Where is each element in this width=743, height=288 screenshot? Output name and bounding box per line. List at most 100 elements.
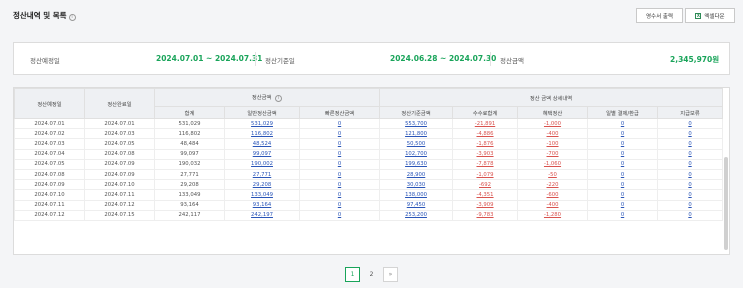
amount-value: 2,345,970원 <box>670 55 720 64</box>
page-1-button[interactable]: 1 <box>345 267 360 282</box>
table-row: 2024.07.05 2024.07.09 190,032 190,002 0 … <box>14 158 724 170</box>
table-row: 2024.07.09 2024.07.10 29,208 29,208 0 30… <box>14 179 724 191</box>
col-base-amount: 정산기준금액 <box>379 106 454 119</box>
cell-hold-link[interactable]: 0 <box>657 128 724 140</box>
cell-total: 27,771 <box>154 168 225 181</box>
cell-fee-link[interactable]: -692 <box>452 179 519 191</box>
cell-normal-link[interactable]: 242,197 <box>224 209 300 221</box>
cell-payment-link[interactable]: 0 <box>587 179 659 191</box>
cell-normal-link[interactable]: 531,029 <box>224 117 300 130</box>
cell-hold-link[interactable]: 0 <box>657 148 724 160</box>
cell-payment-link[interactable]: 0 <box>587 128 659 140</box>
cell-normal-link[interactable]: 116,802 <box>224 128 300 140</box>
cell-scheduled-date: 2024.07.01 <box>14 117 85 130</box>
cell-normal-link[interactable]: 190,002 <box>224 158 300 170</box>
cell-fee-link[interactable]: -3,909 <box>452 199 519 211</box>
cell-fee-link[interactable]: -9,783 <box>452 209 519 221</box>
cell-hold-link[interactable]: 0 <box>657 199 724 211</box>
cell-benefit-link[interactable]: -400 <box>517 128 589 140</box>
cell-base-amount-link[interactable]: 253,200 <box>379 209 454 221</box>
cell-normal-link[interactable]: 99,097 <box>224 148 300 160</box>
cell-base-amount-link[interactable]: 553,700 <box>379 117 454 130</box>
table-scrollbar[interactable] <box>724 157 728 250</box>
cell-fee-link[interactable]: -3,903 <box>452 148 519 160</box>
cell-benefit-link[interactable]: -700 <box>517 148 589 160</box>
cell-base-amount-link[interactable]: 199,630 <box>379 158 454 170</box>
cell-total: 48,484 <box>154 138 225 150</box>
cell-fast-link[interactable]: 0 <box>298 128 381 140</box>
cell-benefit-link[interactable]: -50 <box>517 168 589 181</box>
cell-fee-link[interactable]: -1,079 <box>452 168 519 181</box>
col-scheduled-date: 정산예정일 <box>14 88 85 119</box>
print-receipt-button[interactable]: 영수서 출력 <box>636 8 683 23</box>
cell-normal-link[interactable]: 133,049 <box>224 189 300 201</box>
cell-benefit-link[interactable]: -1,060 <box>517 158 589 170</box>
cell-payment-link[interactable]: 0 <box>587 148 659 160</box>
summary-divider <box>490 52 491 66</box>
settle-date-value: 2024.07.01 ~ 2024.07.31 <box>156 54 263 63</box>
cell-base-amount-link[interactable]: 102,700 <box>379 148 454 160</box>
cell-fast-link[interactable]: 0 <box>298 209 381 221</box>
cell-total: 93,164 <box>154 199 225 211</box>
cell-fast-link[interactable]: 0 <box>298 189 381 201</box>
cell-benefit-link[interactable]: -600 <box>517 189 589 201</box>
cell-total: 99,097 <box>154 148 225 160</box>
cell-fee-link[interactable]: -21,891 <box>452 117 519 130</box>
cell-completed-date: 2024.07.09 <box>84 168 155 181</box>
cell-fee-link[interactable]: -1,876 <box>452 138 519 150</box>
cell-fee-link[interactable]: -4,351 <box>452 189 519 201</box>
cell-fast-link[interactable]: 0 <box>298 199 381 211</box>
settlement-table: 정산예정일 정산완료일 정산금액 i 정산 금액 상세내역 합계 일반정산금액 … <box>14 88 724 221</box>
cell-fast-link[interactable]: 0 <box>298 148 381 160</box>
cell-fee-link[interactable]: -4,886 <box>452 128 519 140</box>
info-icon[interactable]: i <box>275 95 283 102</box>
cell-hold-link[interactable]: 0 <box>657 179 724 191</box>
cell-payment-link[interactable]: 0 <box>587 209 659 221</box>
cell-total: 133,049 <box>154 189 225 201</box>
page-2-button[interactable]: 2 <box>364 267 379 282</box>
cell-fast-link[interactable]: 0 <box>298 179 381 191</box>
cell-payment-link[interactable]: 0 <box>587 117 659 130</box>
cell-normal-link[interactable]: 93,164 <box>224 199 300 211</box>
cell-payment-link[interactable]: 0 <box>587 168 659 181</box>
cell-payment-link[interactable]: 0 <box>587 138 659 150</box>
info-icon[interactable]: i <box>68 14 76 21</box>
cell-benefit-link[interactable]: -220 <box>517 179 589 191</box>
cell-normal-link[interactable]: 48,524 <box>224 138 300 150</box>
cell-hold-link[interactable]: 0 <box>657 158 724 170</box>
cell-base-amount-link[interactable]: 30,030 <box>379 179 454 191</box>
next-page-button[interactable]: » <box>383 267 398 282</box>
cell-benefit-link[interactable]: -1,000 <box>517 117 589 130</box>
cell-base-amount-link[interactable]: 97,450 <box>379 199 454 211</box>
cell-base-amount-link[interactable]: 121,800 <box>379 128 454 140</box>
cell-total: 116,802 <box>154 128 225 140</box>
cell-payment-link[interactable]: 0 <box>587 189 659 201</box>
cell-normal-link[interactable]: 27,771 <box>224 168 300 181</box>
group-settle-amount: 정산금액 i <box>153 88 381 107</box>
settle-date-label: 정산예정일 <box>30 57 60 65</box>
table-row: 2024.07.03 2024.07.05 48,484 48,524 0 50… <box>14 138 724 150</box>
cell-base-amount-link[interactable]: 50,500 <box>379 138 454 150</box>
cell-fee-link[interactable]: -7,878 <box>452 158 519 170</box>
cell-hold-link[interactable]: 0 <box>657 168 724 181</box>
cell-scheduled-date: 2024.07.09 <box>14 179 85 191</box>
cell-fast-link[interactable]: 0 <box>298 158 381 170</box>
cell-benefit-link[interactable]: -100 <box>517 138 589 150</box>
cell-benefit-link[interactable]: -1,280 <box>517 209 589 221</box>
cell-fast-link[interactable]: 0 <box>298 138 381 150</box>
cell-base-amount-link[interactable]: 138,000 <box>379 189 454 201</box>
cell-hold-link[interactable]: 0 <box>657 138 724 150</box>
base-date-value: 2024.06.28 ~ 2024.07.30 <box>390 54 497 63</box>
excel-download-button[interactable]: X 엑셀다운 <box>685 8 735 23</box>
cell-fast-link[interactable]: 0 <box>298 117 381 130</box>
cell-hold-link[interactable]: 0 <box>657 189 724 201</box>
table-row: 2024.07.02 2024.07.03 116,802 116,802 0 … <box>14 128 724 140</box>
cell-benefit-link[interactable]: -400 <box>517 199 589 211</box>
cell-normal-link[interactable]: 29,208 <box>224 179 300 191</box>
cell-hold-link[interactable]: 0 <box>657 209 724 221</box>
cell-fast-link[interactable]: 0 <box>298 168 381 181</box>
cell-payment-link[interactable]: 0 <box>587 199 659 211</box>
cell-payment-link[interactable]: 0 <box>587 158 659 170</box>
cell-hold-link[interactable]: 0 <box>657 117 724 130</box>
cell-base-amount-link[interactable]: 28,900 <box>379 168 454 181</box>
